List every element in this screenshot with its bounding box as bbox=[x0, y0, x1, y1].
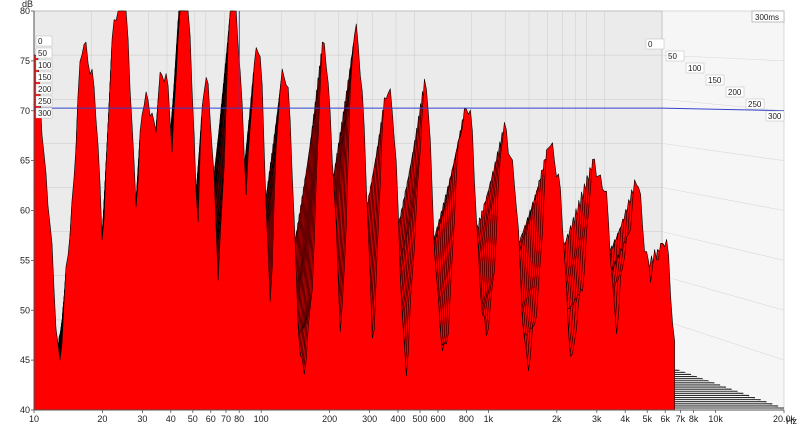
time-label-left: 50 bbox=[38, 49, 47, 58]
x-tick-label: 20 bbox=[97, 414, 107, 424]
x-tick-label: 800 bbox=[459, 414, 474, 424]
x-tick-label: 600 bbox=[430, 414, 445, 424]
time-label-right: 150 bbox=[708, 76, 722, 85]
x-tick-label: 100 bbox=[254, 414, 269, 424]
time-label-right: 50 bbox=[668, 52, 677, 61]
x-tick-label: 300 bbox=[362, 414, 377, 424]
time-label-right: 200 bbox=[728, 88, 742, 97]
x-tick-label: 50 bbox=[188, 414, 198, 424]
time-label-right: 100 bbox=[688, 64, 702, 73]
x-axis-unit: Hz bbox=[786, 416, 797, 426]
time-unit-box: 300ms bbox=[751, 10, 785, 23]
y-tick-label: 60 bbox=[20, 206, 30, 216]
y-tick-label: 45 bbox=[20, 355, 30, 365]
x-tick-label: 7k bbox=[676, 414, 686, 424]
time-label-right: 250 bbox=[748, 100, 762, 109]
y-axis-unit: dB bbox=[22, 0, 33, 9]
y-tick-label: 75 bbox=[20, 56, 30, 66]
y-tick-label: 55 bbox=[20, 255, 30, 265]
time-label-left: 200 bbox=[38, 85, 52, 94]
x-tick-label: 6k bbox=[660, 414, 670, 424]
x-tick-label: 400 bbox=[390, 414, 405, 424]
svg-text:300ms: 300ms bbox=[755, 13, 779, 22]
y-tick-label: 50 bbox=[20, 305, 30, 315]
x-tick-label: 1k bbox=[484, 414, 494, 424]
time-label-left: 100 bbox=[38, 61, 52, 70]
x-tick-label: 8k bbox=[689, 414, 699, 424]
time-label-left: 0 bbox=[38, 37, 43, 46]
x-tick-label: 500 bbox=[412, 414, 427, 424]
x-tick-label: 30 bbox=[137, 414, 147, 424]
x-tick-label: 70 bbox=[221, 414, 231, 424]
y-tick-label: 70 bbox=[20, 106, 30, 116]
x-tick-label: 10 bbox=[29, 414, 39, 424]
x-tick-label: 10k bbox=[708, 414, 723, 424]
x-tick-label: 200 bbox=[322, 414, 337, 424]
time-label-right: 0 bbox=[648, 40, 653, 49]
x-tick-label: 5k bbox=[642, 414, 652, 424]
time-label-left: 250 bbox=[38, 97, 52, 106]
x-tick-label: 40 bbox=[166, 414, 176, 424]
y-tick-label: 65 bbox=[20, 156, 30, 166]
time-label-right: 300 bbox=[768, 112, 782, 121]
time-label-left: 300 bbox=[38, 109, 52, 118]
x-tick-label: 80 bbox=[234, 414, 244, 424]
x-tick-label: 2k bbox=[552, 414, 562, 424]
x-tick-label: 4k bbox=[620, 414, 630, 424]
waterfall-chart: 404550556065707580 10 20 30 40 50 60 70 80 100 20… bbox=[0, 0, 800, 427]
x-tick-label: 60 bbox=[206, 414, 216, 424]
time-labels-left: 0 50 100 150 200 250 300 bbox=[35, 35, 53, 119]
x-tick-label: 3k bbox=[592, 414, 602, 424]
time-label-left: 150 bbox=[38, 73, 52, 82]
right-side-wall bbox=[661, 10, 785, 411]
